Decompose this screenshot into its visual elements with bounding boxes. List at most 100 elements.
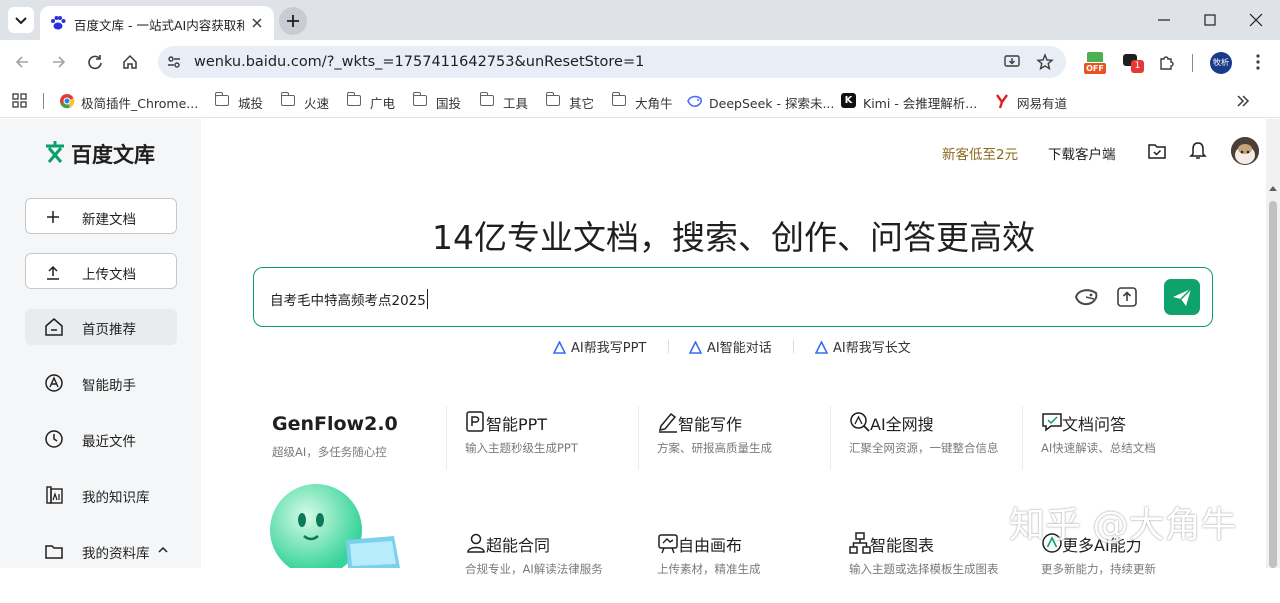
profile-label: 牧析 [1213, 58, 1229, 67]
site-info-icon[interactable] [166, 54, 182, 70]
card-smart-chart[interactable]: 智能图表 输入主题或选择模板生成图表 [820, 523, 1010, 603]
bookmark-label: 工具 [503, 96, 529, 111]
scroll-up-arrow-icon[interactable] [1269, 185, 1277, 191]
page-scrollbar[interactable] [1266, 119, 1280, 568]
apps-grid-icon[interactable] [12, 93, 28, 109]
bookmark-folder[interactable]: 广电 [346, 92, 395, 112]
card-doc-qa[interactable]: 文档问答 AI快速解读、总结文档 [1012, 402, 1202, 482]
upload-document-label: 上传文档 [82, 267, 136, 283]
forward-arrow-icon[interactable] [50, 53, 68, 71]
genflow-card[interactable]: GenFlow2.0 超级AI，多任务随心控 [253, 402, 443, 572]
chat-bubble-icon [1042, 413, 1062, 432]
sidebar-item-assistant[interactable]: 智能助手 [25, 365, 177, 401]
address-bar[interactable]: wenku.baidu.com/?_wkts_=1757411642753&un… [158, 46, 1066, 78]
upload-file-icon[interactable] [1116, 286, 1138, 308]
card-smart-ppt[interactable]: 智能PPT 输入主题秒级生成PPT [436, 402, 626, 482]
bookmark-label: 城投 [238, 96, 264, 111]
upload-icon [47, 265, 59, 280]
folder-check-icon[interactable] [1148, 142, 1166, 160]
bookmark-folder[interactable]: 火速 [280, 92, 330, 112]
wenku-logo-icon [46, 141, 64, 163]
chip-divider [793, 340, 794, 353]
chip-ai-longform[interactable]: AI帮我写长文 [815, 337, 911, 356]
card-subtitle: 汇聚全网资源，一键整合信息 [849, 441, 999, 455]
extensions-puzzle-icon[interactable] [1158, 53, 1176, 71]
card-super-contract[interactable]: 超能合同 合规专业，AI解读法律服务 [436, 523, 626, 603]
bookmark-item[interactable]: 网易有道 [995, 93, 1067, 112]
bookmark-item[interactable]: K Kimi - 会推理解析... [841, 93, 977, 112]
home-icon[interactable] [121, 53, 139, 71]
bookmark-label: 其它 [569, 96, 595, 111]
browser-tab-active[interactable]: 百度文库 - 一站式AI内容获取和 [40, 6, 274, 40]
sidebar-item-home[interactable]: 首页推荐 [25, 309, 177, 345]
zhihu-watermark: 知乎 @大角牛 [1009, 505, 1237, 546]
contract-person-icon [467, 533, 485, 553]
folder-icon [346, 92, 361, 106]
profile-avatar[interactable]: 牧析 [1210, 52, 1232, 74]
bookmark-folder[interactable]: 大角牛 [611, 92, 673, 112]
bookmark-label: 火速 [304, 96, 330, 111]
chip-divider [668, 340, 669, 353]
bookmark-folder[interactable]: 国投 [412, 92, 461, 112]
maximize-icon[interactable] [1202, 12, 1218, 28]
chip-ai-chat[interactable]: AI智能对话 [689, 337, 772, 356]
sidebar-item-library[interactable]: 我的资料库 [25, 533, 177, 569]
folder-icon [412, 92, 427, 106]
deepseek-model-icon[interactable] [1074, 286, 1100, 308]
card-ai-search[interactable]: AI全网搜 汇聚全网资源，一键整合信息 [820, 402, 1010, 482]
install-app-icon[interactable] [1004, 54, 1022, 70]
back-arrow-icon[interactable] [13, 53, 31, 71]
minimize-icon[interactable] [1156, 12, 1172, 28]
sidebar-item-knowledge[interactable]: 我的知识库 [25, 477, 177, 513]
bookmark-item[interactable]: DeepSeek - 探索未... [687, 93, 834, 112]
card-subtitle: 方案、研报高质量生成 [657, 441, 772, 455]
new-tab-button[interactable] [279, 7, 307, 35]
card-subtitle: 上传素材，精准生成 [657, 562, 761, 576]
chevron-double-right-icon[interactable] [1236, 94, 1250, 108]
card-subtitle: 合规专业，AI解读法律服务 [465, 562, 603, 576]
knowledge-base-icon [46, 486, 63, 504]
extension-notifier[interactable]: 1 [1122, 53, 1144, 75]
sidebar-item-label: 智能助手 [82, 378, 136, 394]
bookmark-star-icon[interactable] [1036, 53, 1054, 71]
folder-icon [611, 92, 626, 106]
bookmark-folder[interactable]: 工具 [479, 92, 529, 112]
sidebar-item-recent[interactable]: 最近文件 [25, 421, 177, 457]
youdao-icon [996, 94, 1008, 109]
download-client-link[interactable]: 下载客户端 [1048, 143, 1116, 163]
window-close-icon[interactable] [1248, 12, 1264, 28]
send-button[interactable] [1164, 279, 1200, 315]
user-avatar[interactable] [1231, 137, 1259, 165]
org-chart-icon [849, 532, 871, 554]
bookmark-folder[interactable]: 城投 [214, 92, 264, 112]
sidebar: 百度文库 新建文档 上传文档 首页推荐 智能助手 最近文件 我的知识库 我的资料… [0, 119, 201, 568]
chevron-up-icon[interactable] [157, 545, 169, 555]
new-document-button[interactable]: 新建文档 [25, 198, 177, 234]
reload-icon[interactable] [86, 53, 104, 71]
chip-ai-ppt[interactable]: AI帮我写PPT [553, 337, 646, 356]
card-smart-writing[interactable]: 智能写作 方案、研报高质量生成 [628, 402, 818, 482]
card-free-canvas[interactable]: 自由画布 上传素材，精准生成 [628, 523, 818, 603]
close-icon[interactable] [250, 16, 264, 30]
ppt-icon [466, 411, 484, 432]
tab-search-button[interactable] [8, 7, 34, 33]
bookmarks-bar: 极简插件_Chrome... 城投 火速 广电 国投 工具 其它 大角牛 Dee… [0, 84, 1280, 118]
promo-link[interactable]: 新客低至2元 [942, 143, 1018, 163]
folder-icon [280, 92, 295, 106]
bookmark-item[interactable]: 极简插件_Chrome... [59, 93, 198, 112]
extension-off-badge[interactable]: OFF [1084, 52, 1106, 74]
bookmark-folder[interactable]: 其它 [545, 92, 595, 112]
search-input[interactable]: 自考毛中特高频考点2025 [270, 289, 428, 309]
ai-spark-icon [689, 341, 702, 354]
scrollbar-thumb[interactable] [1269, 201, 1277, 568]
bell-icon[interactable] [1189, 141, 1207, 161]
search-box[interactable]: 自考毛中特高频考点2025 [253, 267, 1213, 327]
bookmark-label: Kimi - 会推理解析... [863, 96, 978, 111]
off-badge-text: OFF [1084, 63, 1106, 74]
plus-icon [287, 15, 299, 27]
more-menu-icon[interactable] [1249, 53, 1267, 71]
upload-document-button[interactable]: 上传文档 [25, 253, 177, 289]
clock-icon [45, 430, 63, 448]
canvas-board-icon [658, 534, 678, 554]
folder-icon [214, 92, 229, 106]
